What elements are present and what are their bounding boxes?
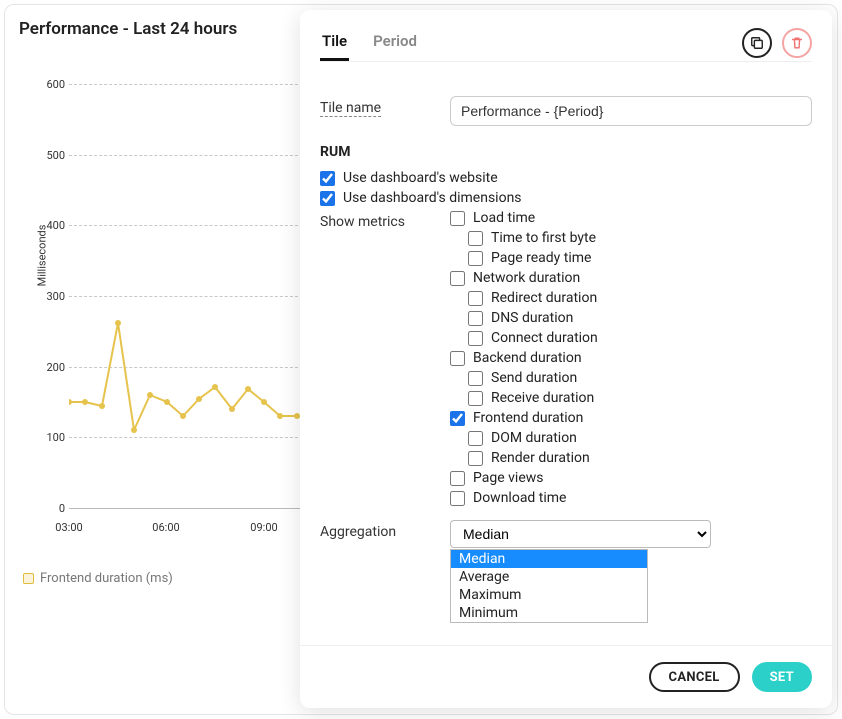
metric-backend-duration-checkbox[interactable] [450, 351, 465, 366]
chart-legend: Frontend duration (ms) [23, 571, 173, 586]
aggregation-option-average[interactable]: Average [451, 568, 647, 586]
metric-download-time-checkbox[interactable] [450, 491, 465, 506]
legend-swatch [23, 573, 34, 584]
metric-receive-duration-checkbox[interactable] [468, 391, 483, 406]
metric-network-duration-label: Network duration [473, 270, 580, 286]
metric-dns-duration-label: DNS duration [491, 310, 573, 326]
tab-tile[interactable]: Tile [320, 24, 349, 61]
y-tick-0: 0 [43, 502, 65, 515]
metric-ttfb-checkbox[interactable] [468, 231, 483, 246]
y-tick-500: 500 [43, 149, 65, 162]
aggregation-option-maximum[interactable]: Maximum [451, 586, 647, 604]
metric-receive-duration-label: Receive duration [491, 390, 594, 406]
x-tick-0: 03:00 [55, 521, 82, 534]
aggregation-option-minimum[interactable]: Minimum [451, 604, 647, 622]
tile-name-label: Tile name [320, 96, 381, 117]
aggregation-select[interactable]: Median [450, 520, 711, 548]
chart-panel: Milliseconds 600 500 400 300 200 100 0 0… [19, 49, 299, 609]
metric-connect-duration-label: Connect duration [491, 330, 598, 346]
y-axis-label: Milliseconds [35, 225, 48, 287]
aggregation-label: Aggregation [320, 520, 450, 548]
metric-page-ready-checkbox[interactable] [468, 251, 483, 266]
use-dimensions-checkbox[interactable] [320, 191, 335, 206]
delete-button[interactable] [782, 28, 812, 58]
section-heading-rum: RUM [320, 144, 812, 160]
modal-body: Tile name RUM Use dashboard's website Us… [300, 62, 832, 645]
modal-footer: CANCEL SET [300, 645, 832, 708]
metric-redirect-duration-checkbox[interactable] [468, 291, 483, 306]
tile-edit-modal: Tile Period Tile name [300, 10, 832, 708]
y-tick-200: 200 [43, 361, 65, 374]
metric-render-duration-label: Render duration [491, 450, 590, 466]
aggregation-dropdown: Median Average Maximum Minimum [450, 549, 648, 623]
metric-dom-duration-label: DOM duration [491, 430, 577, 446]
show-metrics-label: Show metrics [320, 210, 450, 510]
modal-header: Tile Period [300, 10, 832, 61]
tile-name-input[interactable] [450, 96, 812, 126]
metric-page-views-label: Page views [473, 470, 544, 486]
metric-redirect-duration-label: Redirect duration [491, 290, 597, 306]
tab-period[interactable]: Period [371, 24, 419, 61]
metric-backend-duration-label: Backend duration [473, 350, 582, 366]
header-actions [742, 28, 812, 58]
y-tick-100: 100 [43, 431, 65, 444]
aggregation-option-median[interactable]: Median [451, 550, 647, 568]
metric-ttfb-label: Time to first byte [491, 230, 596, 246]
set-button[interactable]: SET [752, 662, 812, 692]
metric-send-duration-checkbox[interactable] [468, 371, 483, 386]
metric-page-ready-label: Page ready time [491, 250, 591, 266]
metric-connect-duration-checkbox[interactable] [468, 331, 483, 346]
metric-dom-duration-checkbox[interactable] [468, 431, 483, 446]
tile-title: Performance - Last 24 hours [19, 19, 237, 39]
y-tick-300: 300 [43, 290, 65, 303]
y-tick-400: 400 [43, 219, 65, 232]
use-website-checkbox[interactable] [320, 171, 335, 186]
trash-icon [790, 36, 804, 50]
metric-frontend-duration-label: Frontend duration [473, 410, 583, 426]
metric-load-time-label: Load time [473, 210, 535, 226]
line-chart [69, 49, 313, 519]
metric-page-views-checkbox[interactable] [450, 471, 465, 486]
legend-label: Frontend duration (ms) [40, 571, 173, 586]
x-tick-2: 09:00 [250, 521, 277, 534]
cancel-button[interactable]: CANCEL [649, 662, 740, 692]
copy-icon [750, 36, 764, 50]
x-tick-1: 06:00 [152, 521, 179, 534]
tabs: Tile Period [320, 24, 419, 61]
metric-render-duration-checkbox[interactable] [468, 451, 483, 466]
metric-send-duration-label: Send duration [491, 370, 577, 386]
y-tick-600: 600 [43, 78, 65, 91]
metric-download-time-label: Download time [473, 490, 566, 506]
duplicate-button[interactable] [742, 28, 772, 58]
use-dimensions-label: Use dashboard's dimensions [343, 190, 522, 206]
metric-load-time-checkbox[interactable] [450, 211, 465, 226]
metric-frontend-duration-checkbox[interactable] [450, 411, 465, 426]
metric-network-duration-checkbox[interactable] [450, 271, 465, 286]
use-website-label: Use dashboard's website [343, 170, 498, 186]
metric-dns-duration-checkbox[interactable] [468, 311, 483, 326]
